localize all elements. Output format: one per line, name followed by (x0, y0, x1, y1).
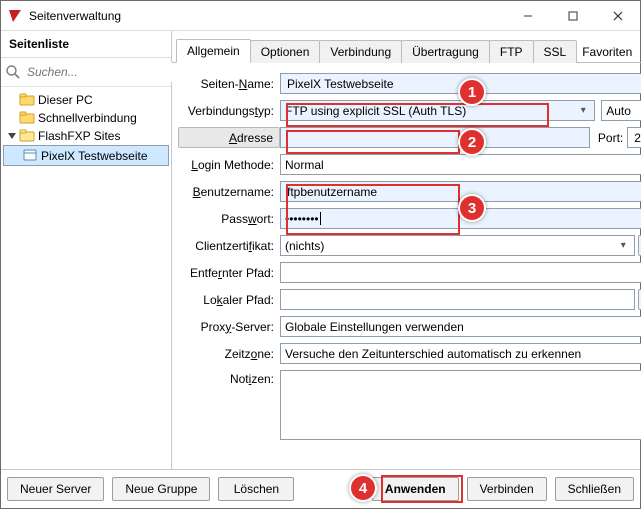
label-client-cert: Clientzertifikat: (178, 239, 280, 253)
minimize-button[interactable] (505, 1, 550, 30)
conn-auto-value: Auto (606, 104, 631, 118)
tree-item-pixelx-site[interactable]: PixelX Testwebseite (3, 145, 169, 166)
delete-button[interactable]: Löschen (218, 477, 294, 501)
folder-icon (19, 110, 35, 126)
label-login-method: Login Methode: (178, 158, 280, 172)
form-general: Seiten-Name: Verbindungstyp: FTP using e… (172, 63, 641, 469)
tab-allgemein[interactable]: Allgemein (176, 39, 251, 63)
label-proxy: Proxy-Server: (178, 320, 280, 334)
new-group-button[interactable]: Neue Gruppe (112, 477, 210, 501)
tree-item-label: Schnellverbindung (38, 111, 137, 125)
chevron-down-icon: ▾ (616, 240, 630, 251)
sidebar-title: Seitenliste (1, 31, 171, 58)
annotation-badge-2: 2 (458, 128, 486, 156)
site-icon (22, 148, 38, 164)
tab-favoriten[interactable]: Favoriten (576, 41, 638, 63)
conn-type-value: FTP using explicit SSL (Auth TLS) (285, 104, 466, 118)
address-button[interactable]: Adresse (178, 127, 280, 148)
tab-verbindung[interactable]: Verbindung (319, 40, 402, 63)
timezone-value: Versuche den Zeitunterschied automatisch… (285, 347, 581, 361)
footer: Neuer Server Neue Gruppe Löschen Anwende… (1, 469, 640, 508)
site-tree[interactable]: Dieser PC Schnellverbindung FlashFXP Sit… (1, 87, 171, 469)
tab-ssl[interactable]: SSL (533, 40, 578, 63)
tab-uebertragung[interactable]: Übertragung (401, 40, 490, 63)
client-cert-select[interactable]: (nichts) ▾ (280, 235, 635, 256)
label-remote-path: Entfernter Pfad: (178, 266, 280, 280)
maximize-button[interactable] (550, 1, 595, 30)
app-icon (7, 8, 23, 24)
conn-type-select[interactable]: FTP using explicit SSL (Auth TLS) ▾ (280, 100, 595, 121)
search-icon (5, 64, 21, 80)
label-password: Passwort: (178, 212, 280, 226)
new-server-button[interactable]: Neuer Server (7, 477, 104, 501)
folder-icon (19, 92, 35, 108)
tree-item-label: Dieser PC (38, 93, 93, 107)
tab-optionen[interactable]: Optionen (250, 40, 321, 63)
port-input[interactable] (627, 127, 641, 148)
annotation-badge-1: 1 (458, 78, 486, 106)
apply-button[interactable]: Anwenden (372, 477, 459, 501)
conn-auto-select[interactable]: Auto ▾ (601, 100, 641, 121)
label-notes: Notizen: (178, 370, 280, 386)
address-input[interactable] (280, 127, 590, 148)
login-method-select[interactable]: Normal ▾ (280, 154, 641, 175)
chevron-down-icon: ▾ (576, 105, 590, 116)
tree-item-quickconnect[interactable]: Schnellverbindung (3, 109, 169, 127)
local-path-input[interactable] (280, 289, 635, 310)
title-bar: Seitenverwaltung (1, 1, 640, 31)
proxy-select[interactable]: Globale Einstellungen verwenden ▾ (280, 316, 641, 337)
tree-item-label: PixelX Testwebseite (41, 149, 148, 163)
label-local-path: Lokaler Pfad: (178, 293, 280, 307)
notes-textarea[interactable] (280, 370, 641, 440)
timezone-select[interactable]: Versuche den Zeitunterschied automatisch… (280, 343, 641, 364)
tree-item-flashfxp-sites[interactable]: FlashFXP Sites (3, 127, 169, 145)
label-port: Port: (598, 131, 623, 145)
search-row (1, 58, 171, 87)
login-method-value: Normal (285, 158, 324, 172)
tab-ftp[interactable]: FTP (489, 40, 534, 63)
label-site-name: Seiten-Name: (178, 77, 280, 91)
connect-button[interactable]: Verbinden (467, 477, 547, 501)
expand-toggle[interactable] (5, 129, 19, 143)
window: Seitenverwaltung Seitenliste Dieser PC (0, 0, 641, 509)
window-title: Seitenverwaltung (29, 9, 505, 23)
annotation-badge-3: 3 (458, 194, 486, 222)
tree-item-this-pc[interactable]: Dieser PC (3, 91, 169, 109)
label-timezone: Zeitzone: (178, 347, 280, 361)
folder-open-icon (19, 128, 35, 144)
label-username: Benutzername: (178, 185, 280, 199)
client-cert-value: (nichts) (285, 239, 324, 253)
label-conn-type: Verbindungstyp: (178, 104, 280, 118)
content: Allgemein Optionen Verbindung Übertragun… (172, 31, 641, 469)
tree-item-label: FlashFXP Sites (38, 129, 120, 143)
tab-bar: Allgemein Optionen Verbindung Übertragun… (172, 37, 641, 63)
proxy-value: Globale Einstellungen verwenden (285, 320, 464, 334)
sidebar: Seitenliste Dieser PC Schnellverbindung (1, 31, 172, 469)
close-button[interactable] (595, 1, 640, 30)
search-input[interactable] (25, 62, 186, 82)
remote-path-input[interactable] (280, 262, 641, 283)
annotation-badge-4: 4 (349, 474, 377, 502)
close-window-button[interactable]: Schließen (555, 477, 634, 501)
